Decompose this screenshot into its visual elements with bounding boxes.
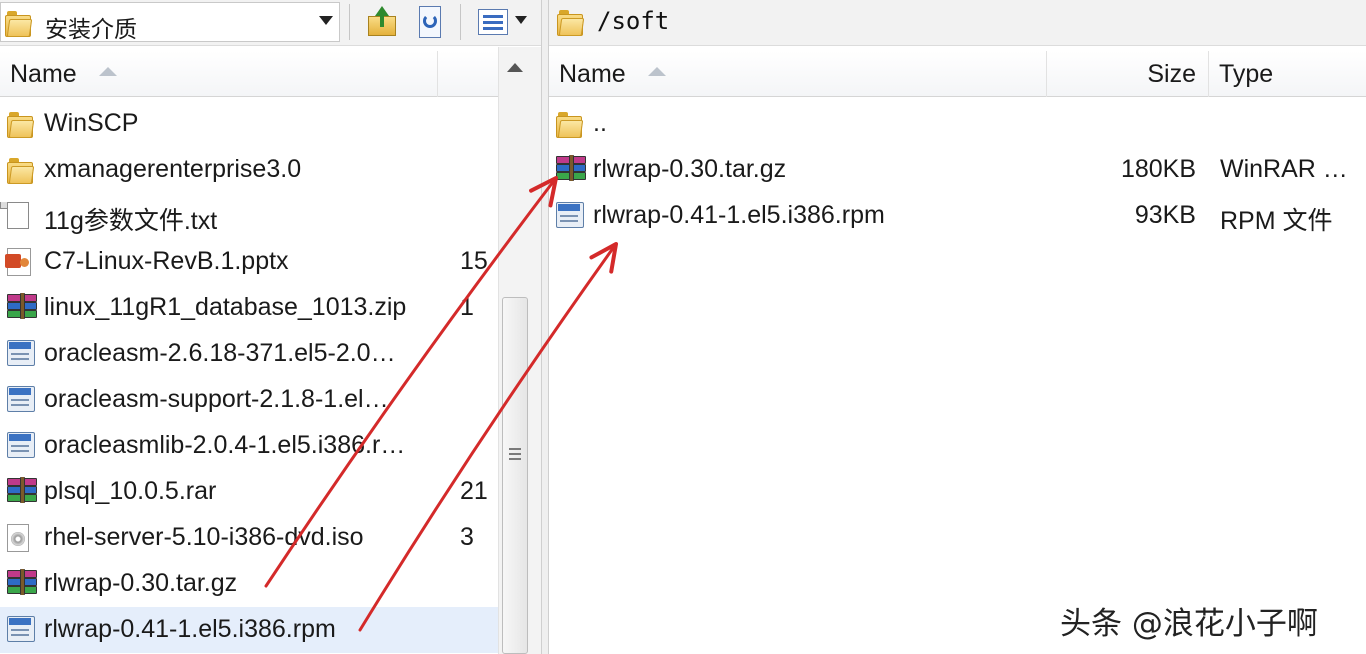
scrollbar-thumb[interactable] [502, 297, 528, 654]
local-list-scrollbar[interactable] [498, 47, 541, 654]
column-header-label: Size [1147, 60, 1196, 88]
file-size: 180KB [1120, 155, 1196, 183]
refresh-icon [411, 4, 449, 42]
column-header-row: Name [0, 51, 498, 97]
remote-file-list[interactable]: Name Size Type .. rlwrap-0.30.tar.gz 180KB… [549, 47, 1366, 654]
file-name: oracleasm-2.6.18-371.el5-2.0… [44, 339, 396, 367]
file-name: rlwrap-0.30.tar.gz [44, 569, 238, 597]
parent-directory-button[interactable] [362, 3, 400, 41]
file-name: rlwrap-0.41-1.el5.i386.rpm [593, 201, 885, 229]
table-row[interactable]: rlwrap-0.30.tar.gz 180KB WinRAR … [549, 147, 1366, 193]
table-row[interactable]: 11g参数文件.txt [0, 193, 498, 239]
column-header-label: Name [559, 60, 626, 88]
file-name: rlwrap-0.30.tar.gz [593, 155, 787, 183]
location-value: 安装介质 [45, 17, 137, 43]
file-name: linux_11gR1_database_1013.zip [44, 293, 407, 321]
file-name: WinSCP [44, 109, 139, 137]
sort-ascending-icon [647, 67, 666, 76]
view-options-button[interactable] [474, 3, 512, 41]
table-row[interactable]: plsql_10.0.5.rar 21 [0, 469, 498, 515]
column-header-type[interactable]: Type [1209, 51, 1366, 97]
file-size: 93KB [1134, 201, 1196, 229]
table-row[interactable]: WinSCP [0, 101, 498, 147]
file-name: C7-Linux-RevB.1.pptx [44, 247, 289, 275]
location-combobox[interactable]: 安装介质 [0, 2, 340, 43]
right-toolbar: /soft [549, 0, 1366, 46]
chevron-down-icon[interactable] [319, 16, 333, 25]
refresh-button[interactable] [410, 3, 448, 41]
file-type: RPM 文件 [1220, 207, 1333, 235]
remote-path[interactable]: /soft [597, 7, 669, 35]
file-name: rlwrap-0.41-1.el5.i386.rpm [44, 615, 336, 643]
toolbar-separator [460, 4, 461, 40]
column-header-label: Name [10, 60, 77, 88]
sort-ascending-icon [98, 67, 117, 76]
table-row[interactable]: xmanagerenterprise3.0 [0, 147, 498, 193]
table-row[interactable]: .. [549, 101, 1366, 147]
column-header-size[interactable]: Size [1047, 51, 1209, 97]
column-header-label: Type [1219, 60, 1274, 88]
file-name: oracleasmlib-2.0.4-1.el5.i386.r… [44, 431, 406, 459]
left-toolbar: 安装介质 [0, 0, 541, 46]
column-header-row: Name Size Type [549, 51, 1366, 97]
column-header-name[interactable]: Name [549, 51, 1047, 97]
file-size: 15 [460, 247, 488, 275]
file-type: WinRAR … [1220, 155, 1348, 183]
local-file-list[interactable]: Name WinSCP xmanagerenterprise3.0 11g参数文件.… [0, 47, 498, 654]
folder-up-icon [363, 4, 401, 42]
table-row[interactable]: C7-Linux-RevB.1.pptx 15 [0, 239, 498, 285]
file-name: .. [593, 109, 607, 137]
list-view-icon [475, 4, 513, 42]
scroll-up-arrow-icon[interactable] [507, 63, 523, 72]
watermark: 头条 @浪花小子啊 [1060, 606, 1318, 642]
table-row[interactable]: oracleasm-support-2.1.8-1.el… [0, 377, 498, 423]
file-name: 11g参数文件.txt [44, 207, 218, 235]
table-row[interactable]: rhel-server-5.10-i386-dvd.iso 3 [0, 515, 498, 561]
table-row[interactable]: rlwrap-0.30.tar.gz [0, 561, 498, 607]
file-size: 1 [460, 293, 474, 321]
table-row[interactable]: oracleasm-2.6.18-371.el5-2.0… [0, 331, 498, 377]
table-row[interactable]: linux_11gR1_database_1013.zip 1 [0, 285, 498, 331]
file-name: plsql_10.0.5.rar [44, 477, 217, 505]
file-name: oracleasm-support-2.1.8-1.el… [44, 385, 389, 413]
table-row[interactable]: rlwrap-0.41-1.el5.i386.rpm 93KB RPM 文件 [549, 193, 1366, 239]
toolbar-separator [349, 4, 350, 40]
table-row[interactable]: oracleasmlib-2.0.4-1.el5.i386.r… [0, 423, 498, 469]
file-size: 21 [460, 477, 488, 505]
panel-splitter[interactable] [541, 0, 549, 654]
column-header-name[interactable]: Name [0, 51, 438, 97]
file-name: rhel-server-5.10-i386-dvd.iso [44, 523, 364, 551]
view-options-chevron-down-icon[interactable] [515, 16, 527, 24]
table-row[interactable]: rlwrap-0.41-1.el5.i386.rpm [0, 607, 498, 653]
file-size: 3 [460, 523, 474, 551]
file-name: xmanagerenterprise3.0 [44, 155, 302, 183]
